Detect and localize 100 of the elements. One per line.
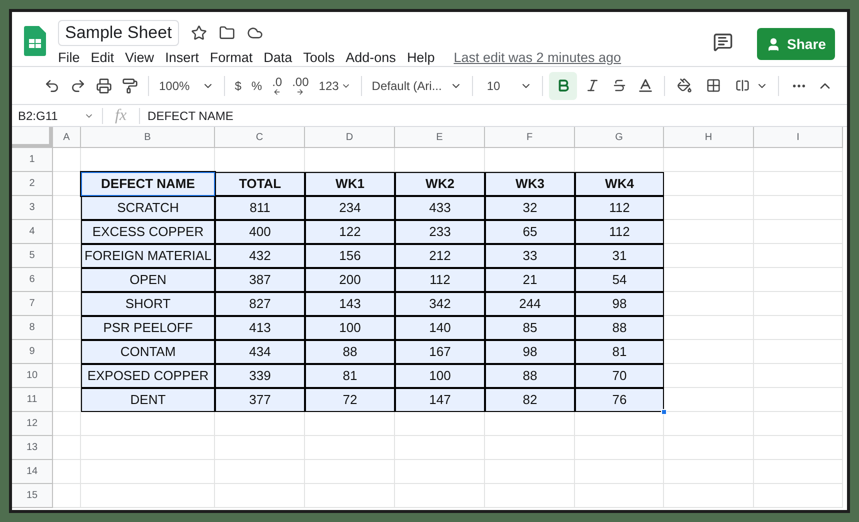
menu-item[interactable]: Help [406,48,435,68]
menu-item[interactable]: File [58,48,80,68]
print-icon[interactable] [96,78,112,94]
empty-cell[interactable] [754,244,843,268]
menu-item[interactable]: View [125,48,154,68]
empty-cell[interactable] [664,460,754,484]
row-header[interactable]: 3 [12,196,53,220]
empty-cell[interactable] [754,364,843,388]
empty-cell[interactable] [754,292,843,316]
row-header[interactable]: 11 [12,388,53,412]
empty-cell[interactable] [485,436,575,460]
select-all-corner[interactable] [12,127,53,148]
font-size-dropdown[interactable]: 10 [478,72,536,100]
column-header[interactable]: G [575,127,664,148]
menu-item[interactable]: Insert [165,48,199,68]
row-header[interactable]: 2 [12,172,53,196]
share-button[interactable]: Share [757,28,835,60]
menu-item[interactable]: Tools [303,48,335,68]
text-color-icon[interactable] [637,77,654,94]
empty-cell[interactable] [754,316,843,340]
empty-cell[interactable] [81,460,215,484]
empty-cell[interactable] [664,484,754,508]
strikethrough-icon[interactable] [612,78,628,93]
empty-cell[interactable] [754,196,843,220]
row-header[interactable]: 8 [12,316,53,340]
row-header[interactable]: 10 [12,364,53,388]
sheets-logo-icon[interactable] [24,26,46,56]
empty-cell[interactable] [305,484,395,508]
empty-cell[interactable] [575,412,664,436]
row-header[interactable]: 15 [12,484,53,508]
menu-item[interactable]: Edit [90,48,114,68]
empty-cell[interactable] [664,148,754,172]
row-header[interactable]: 5 [12,244,53,268]
empty-cell[interactable] [215,436,305,460]
column-header[interactable]: D [305,127,395,148]
percent-button[interactable]: % [247,72,266,100]
menu-item[interactable]: Add-ons [346,48,396,68]
empty-cell[interactable] [485,484,575,508]
menu-item[interactable]: Format [210,48,253,68]
empty-cell[interactable] [754,388,843,412]
empty-cell[interactable] [754,436,843,460]
name-box[interactable]: B2:G11 [12,106,84,124]
menu-item[interactable]: Data [264,48,292,68]
empty-cell[interactable] [395,436,485,460]
empty-cell[interactable] [395,412,485,436]
folder-icon[interactable] [218,25,235,41]
row-header[interactable]: 9 [12,340,53,364]
borders-icon[interactable] [706,78,722,93]
empty-cell[interactable] [575,484,664,508]
column-header[interactable]: B [81,127,215,148]
empty-cell[interactable] [305,436,395,460]
document-title[interactable]: Sample Sheet [58,20,179,46]
column-header[interactable]: C [215,127,305,148]
empty-cell[interactable] [215,412,305,436]
empty-cell[interactable] [215,460,305,484]
redo-icon[interactable] [70,78,86,94]
italic-icon[interactable] [585,78,600,93]
column-header[interactable]: E [395,127,485,148]
paint-format-icon[interactable] [122,78,138,94]
empty-cell[interactable] [395,484,485,508]
empty-cell[interactable] [81,412,215,436]
decrease-decimal-button[interactable]: .0 [268,72,286,100]
row-header[interactable]: 12 [12,412,53,436]
cloud-icon[interactable] [246,25,263,41]
row-header[interactable]: 6 [12,268,53,292]
empty-cell[interactable] [754,460,843,484]
empty-cell[interactable] [754,340,843,364]
empty-cell[interactable] [81,436,215,460]
fill-color-icon[interactable] [677,78,692,93]
empty-cell[interactable] [754,268,843,292]
empty-cell[interactable] [754,172,843,196]
empty-cell[interactable] [305,412,395,436]
empty-cell[interactable] [485,460,575,484]
row-header[interactable]: 4 [12,220,53,244]
empty-cell[interactable] [754,220,843,244]
row-header[interactable]: 14 [12,460,53,484]
empty-cell[interactable] [575,460,664,484]
empty-cell[interactable] [81,484,215,508]
row-header[interactable]: 1 [12,148,53,172]
empty-cell[interactable] [754,412,843,436]
bold-button[interactable] [549,72,578,100]
empty-cell[interactable] [664,412,754,436]
empty-cell[interactable] [485,412,575,436]
zoom-dropdown[interactable]: 100% [155,72,218,100]
empty-cell[interactable] [215,484,305,508]
row-header[interactable]: 13 [12,436,53,460]
formula-field[interactable]: DEFECT NAME [140,106,234,124]
empty-cell[interactable] [754,148,843,172]
empty-cell[interactable] [575,436,664,460]
column-header[interactable]: I [754,127,843,148]
font-dropdown[interactable]: Default (Ari... [368,72,466,100]
empty-cell[interactable] [664,436,754,460]
row-header[interactable]: 7 [12,292,53,316]
empty-cell[interactable] [305,460,395,484]
last-edit-link[interactable]: Last edit was 2 minutes ago [454,48,622,68]
currency-button[interactable]: $ [230,72,246,100]
merge-cells-icon[interactable] [735,78,750,93]
more-formats-dropdown[interactable]: 123 [314,72,355,100]
undo-icon[interactable] [44,78,60,94]
fill-handle[interactable] [661,409,667,415]
